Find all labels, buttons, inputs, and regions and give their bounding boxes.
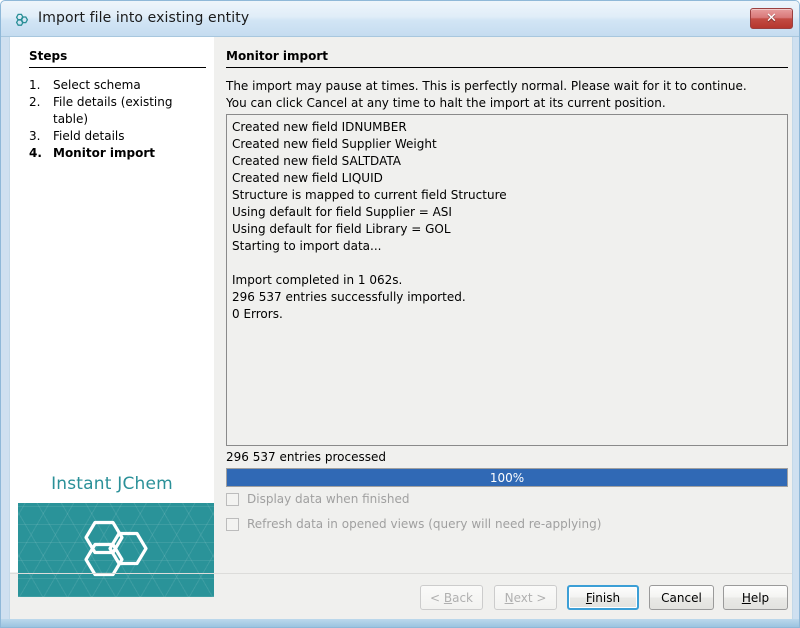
checkbox-refresh-data-in-opened-views[interactable]: Refresh data in opened views (query will… <box>226 517 601 531</box>
page-description: The import may pause at times. This is p… <box>226 78 788 112</box>
step-number: 2. <box>29 94 53 111</box>
step-item-4[interactable]: 4. Monitor import <box>29 145 207 162</box>
back-button[interactable]: < Back <box>420 585 483 610</box>
step-number: 3. <box>29 128 53 145</box>
step-item-3[interactable]: 3. Field details <box>29 128 207 145</box>
import-log-area[interactable]: Created new field IDNUMBER Created new f… <box>226 114 788 446</box>
help-button[interactable]: Help <box>723 585 788 610</box>
checkbox-label: Display data when finished <box>247 492 409 506</box>
step-label: Monitor import <box>53 145 207 162</box>
checkbox-display-data-when-finished[interactable]: Display data when finished <box>226 492 409 506</box>
log-line-blank <box>232 255 787 272</box>
page-title: Monitor import <box>226 49 328 63</box>
step-number: 4. <box>29 145 53 162</box>
log-line: Using default for field Supplier = ASI <box>232 204 787 221</box>
window-title: Import file into existing entity <box>38 10 249 26</box>
finish-button[interactable]: Finish <box>567 585 639 610</box>
back-button-label: < Back <box>430 591 473 605</box>
log-line: 296 537 entries successfully imported. <box>232 289 787 306</box>
button-bar-divider <box>10 573 793 574</box>
cancel-button[interactable]: Cancel <box>649 585 714 610</box>
dialog-window: Import file into existing entity ✕ Steps… <box>0 0 800 628</box>
next-button-label: Next > <box>505 591 547 605</box>
log-line: Created new field LIQUID <box>232 170 787 187</box>
steps-heading: Steps <box>29 49 67 63</box>
title-bar: Import file into existing entity ✕ <box>1 1 800 37</box>
log-line: Created new field SALTDATA <box>232 153 787 170</box>
progress-caption: 296 537 entries processed <box>226 450 386 464</box>
progress-bar: 100% <box>226 468 788 487</box>
step-item-2[interactable]: 2. File details (existing table) <box>29 94 207 128</box>
steps-list: 1. Select schema 2. File details (existi… <box>29 77 207 162</box>
steps-panel: Steps 1. Select schema 2. File details (… <box>10 37 214 572</box>
checkbox-icon <box>226 493 239 506</box>
description-line-2: You can click Cancel at any time to halt… <box>226 95 788 112</box>
step-label: Select schema <box>53 77 207 94</box>
molecule-icon <box>12 10 32 30</box>
next-button[interactable]: Next > <box>494 585 557 610</box>
log-line: Created new field Supplier Weight <box>232 136 787 153</box>
log-line: Starting to import data... <box>232 238 787 255</box>
log-line: Using default for field Library = GOL <box>232 221 787 238</box>
checkbox-label: Refresh data in opened views (query will… <box>247 517 601 531</box>
step-item-1[interactable]: 1. Select schema <box>29 77 207 94</box>
cancel-button-label: Cancel <box>661 591 702 605</box>
step-label: Field details <box>53 128 207 145</box>
help-button-label: Help <box>742 591 769 605</box>
brand-name: Instant JChem <box>10 474 214 494</box>
step-number: 1. <box>29 77 53 94</box>
progress-bar-label: 100% <box>227 469 787 486</box>
window-bottom-edge <box>1 619 800 627</box>
step-label: File details (existing table) <box>53 94 207 128</box>
dialog-body: Steps 1. Select schema 2. File details (… <box>9 37 793 621</box>
log-line: 0 Errors. <box>232 306 787 323</box>
log-line: Created new field IDNUMBER <box>232 119 787 136</box>
finish-button-label: Finish <box>586 591 620 605</box>
steps-divider <box>29 67 206 68</box>
close-icon: ✕ <box>751 9 792 28</box>
main-pane: Monitor import The import may pause at t… <box>215 37 792 619</box>
checkbox-icon <box>226 518 239 531</box>
log-line: Structure is mapped to current field Str… <box>232 187 787 204</box>
button-bar: < Back Next > Finish Cancel Help <box>10 573 793 621</box>
log-line: Import completed in 1 062s. <box>232 272 787 289</box>
description-line-1: The import may pause at times. This is p… <box>226 78 788 95</box>
page-title-divider <box>226 67 788 68</box>
close-button[interactable]: ✕ <box>750 8 793 29</box>
